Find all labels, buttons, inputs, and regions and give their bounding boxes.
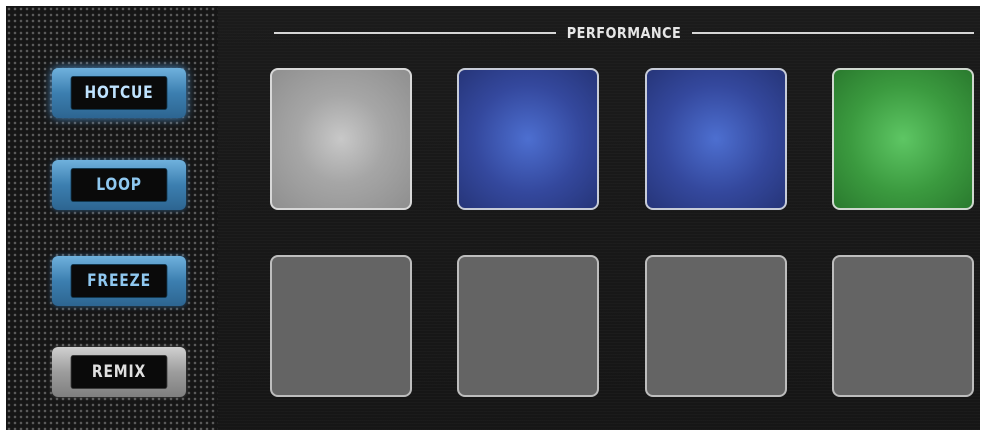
loop-mode-label: LOOP bbox=[70, 168, 168, 202]
header-divider-right bbox=[692, 32, 974, 34]
pad-2[interactable] bbox=[457, 68, 599, 210]
freeze-mode-label: FREEZE bbox=[70, 264, 168, 298]
hotcue-mode-label: HOTCUE bbox=[70, 76, 168, 110]
pad-4[interactable] bbox=[832, 68, 974, 210]
performance-section-title: PERFORMANCE bbox=[566, 24, 682, 42]
hotcue-mode-button[interactable]: HOTCUE bbox=[52, 68, 186, 118]
pad-7[interactable] bbox=[645, 255, 787, 397]
remix-mode-button[interactable]: REMIX bbox=[52, 347, 186, 397]
pad-1[interactable] bbox=[270, 68, 412, 210]
pad-8[interactable] bbox=[832, 255, 974, 397]
header-divider-left bbox=[274, 32, 556, 34]
pad-6[interactable] bbox=[457, 255, 599, 397]
freeze-mode-button[interactable]: FREEZE bbox=[52, 256, 186, 306]
performance-section-header: PERFORMANCE bbox=[274, 22, 974, 44]
pad-5[interactable] bbox=[270, 255, 412, 397]
mode-button-panel: HOTCUE LOOP FREEZE REMIX bbox=[6, 6, 218, 430]
controller-panel: HOTCUE LOOP FREEZE REMIX PERFORMANCE bbox=[6, 6, 980, 430]
pad-3[interactable] bbox=[645, 68, 787, 210]
loop-mode-button[interactable]: LOOP bbox=[52, 160, 186, 210]
remix-mode-label: REMIX bbox=[70, 355, 168, 389]
